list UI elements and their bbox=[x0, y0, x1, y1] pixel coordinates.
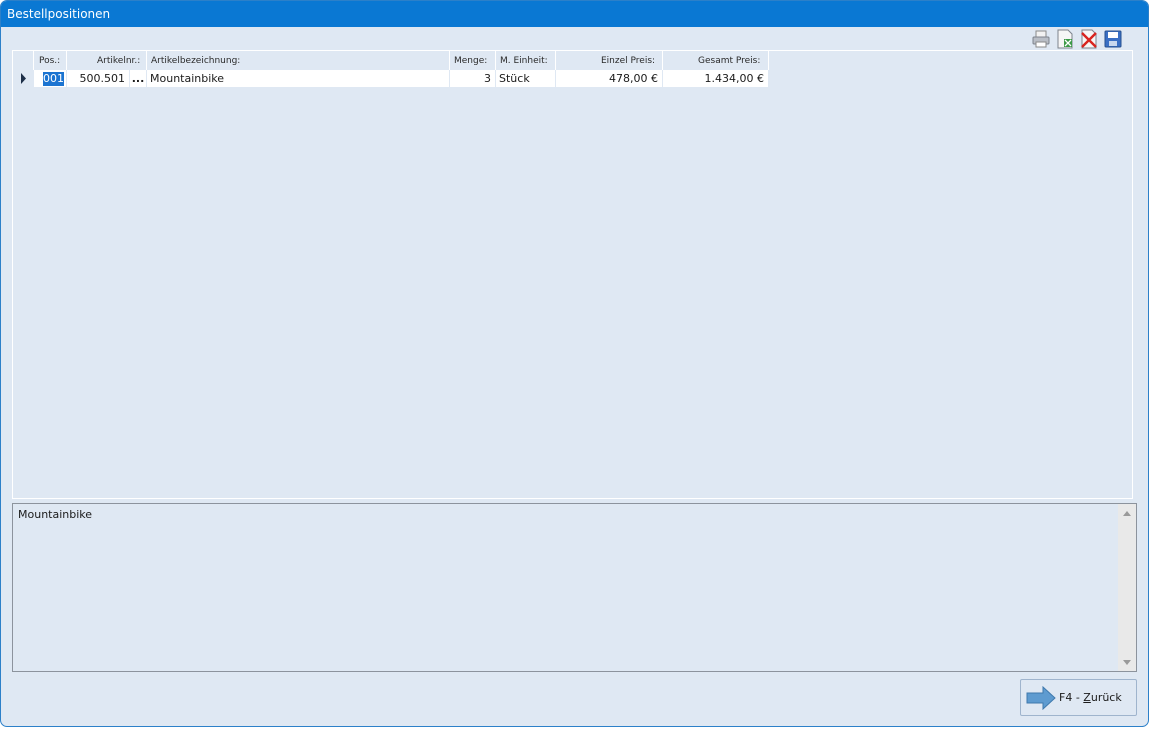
back-button[interactable]: F4 - Zurück bbox=[1020, 679, 1137, 716]
order-items-grid: Pos.: Artikelnr.: Artikelbezeichnung: Me… bbox=[12, 50, 1133, 499]
export-excel-icon[interactable] bbox=[1055, 29, 1075, 49]
memo-scrollbar[interactable] bbox=[1118, 504, 1136, 671]
cell-artikelbezeichnung[interactable]: Mountainbike bbox=[147, 70, 450, 87]
delete-icon[interactable] bbox=[1079, 29, 1099, 49]
printer-icon[interactable] bbox=[1031, 29, 1051, 49]
description-memo[interactable]: Mountainbike bbox=[12, 503, 1137, 672]
column-header-menge[interactable]: Menge: bbox=[454, 53, 487, 70]
arrow-right-icon bbox=[1026, 686, 1056, 710]
row-indicator-header bbox=[13, 51, 34, 70]
column-header-artikelnr[interactable]: Artikelnr.: bbox=[97, 53, 140, 70]
column-header-artikelbezeichnung[interactable]: Artikelbezeichnung: bbox=[151, 53, 240, 70]
row-indicator bbox=[13, 70, 34, 87]
back-label-hotkey: Z bbox=[1083, 691, 1091, 704]
back-button-label: F4 - Zurück bbox=[1059, 680, 1122, 715]
current-row-arrow-icon bbox=[21, 73, 26, 84]
cell-gesamtpreis[interactable]: 1.434,00 € bbox=[663, 70, 769, 87]
cell-menge[interactable]: 3 bbox=[450, 70, 496, 87]
order-items-window: Bestellpositionen Pos.: Artikelnr.: Arti… bbox=[0, 0, 1149, 727]
column-header-einzelpreis[interactable]: Einzel Preis: bbox=[601, 53, 655, 70]
column-header-gesamtpreis[interactable]: Gesamt Preis: bbox=[698, 53, 760, 70]
cell-einzelpreis[interactable]: 478,00 € bbox=[556, 70, 663, 87]
back-label-prefix: F4 - bbox=[1059, 691, 1084, 704]
memo-text[interactable]: Mountainbike bbox=[18, 508, 92, 521]
cell-mengeneinheit[interactable]: Stück bbox=[496, 70, 556, 87]
column-header-mengeneinheit[interactable]: M. Einheit: bbox=[500, 53, 548, 70]
cell-pos-selected[interactable]: 001 bbox=[43, 72, 64, 86]
toolbar bbox=[1028, 29, 1148, 51]
save-icon[interactable] bbox=[1103, 29, 1123, 49]
window-title: Bestellpositionen bbox=[1, 1, 1148, 27]
scroll-down-icon bbox=[1123, 660, 1131, 665]
scroll-up-icon bbox=[1123, 511, 1131, 516]
column-header-pos[interactable]: Pos.: bbox=[39, 53, 60, 70]
cell-artikelnr[interactable]: 500.501 bbox=[67, 70, 130, 87]
back-label-rest: urück bbox=[1090, 691, 1122, 704]
artikel-browse-button[interactable]: ... bbox=[130, 70, 147, 87]
